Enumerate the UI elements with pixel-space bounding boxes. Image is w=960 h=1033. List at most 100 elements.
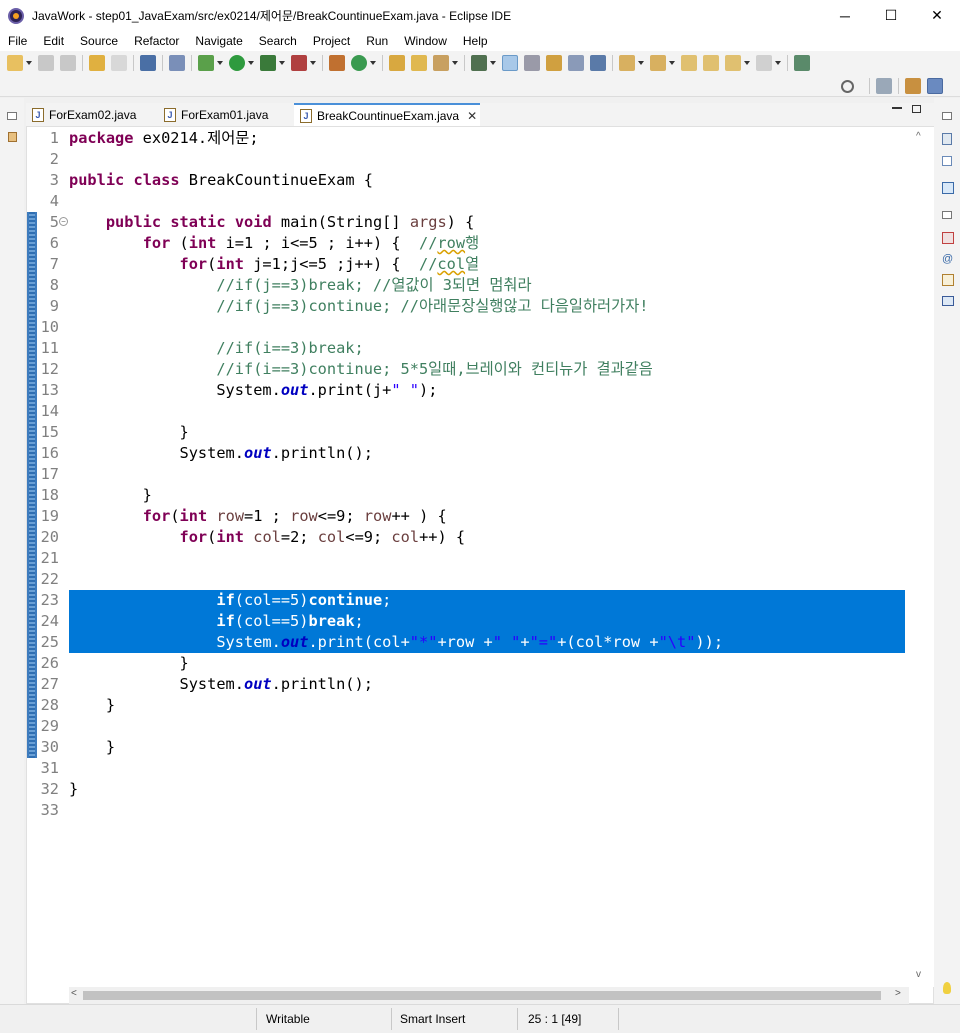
- menu-file[interactable]: File: [0, 31, 35, 51]
- menu-project[interactable]: Project: [305, 31, 358, 51]
- external-tools-dropdown-icon[interactable]: [310, 61, 316, 65]
- code-line[interactable]: }: [69, 737, 115, 758]
- code-line[interactable]: if(col==5)continue;: [69, 590, 391, 611]
- code-line[interactable]: if(col==5)break;: [69, 611, 363, 632]
- previous-annotation-icon[interactable]: [650, 55, 666, 71]
- open-type-icon[interactable]: [389, 55, 405, 71]
- debug-dropdown-icon[interactable]: [217, 61, 223, 65]
- pin-editor-icon[interactable]: [794, 55, 810, 71]
- tab-forexam01[interactable]: J ForExam01.java: [162, 103, 292, 126]
- open-task-icon[interactable]: [411, 55, 427, 71]
- back-history-icon[interactable]: [725, 55, 741, 71]
- open-perspective-icon[interactable]: [876, 78, 892, 94]
- vertical-scrollbar[interactable]: ^ v: [907, 127, 934, 987]
- menu-help[interactable]: Help: [455, 31, 496, 51]
- undo-icon[interactable]: [89, 55, 105, 71]
- code-line[interactable]: System.out.print(col+"*"+row +" "+"="+(c…: [69, 632, 723, 653]
- tab-forexam02[interactable]: J ForExam02.java: [30, 103, 158, 126]
- coverage-icon[interactable]: [260, 55, 276, 71]
- skip-breakpoints-icon[interactable]: [169, 55, 185, 71]
- restore-icon[interactable]: [942, 112, 952, 120]
- forward-icon[interactable]: [756, 55, 772, 71]
- redo-icon[interactable]: [111, 55, 127, 71]
- save-all-icon[interactable]: [60, 55, 76, 71]
- code-line[interactable]: public static void main(String[] args) {: [69, 212, 474, 233]
- java-ee-perspective-icon[interactable]: [905, 78, 921, 94]
- code-line[interactable]: //if(i==3)continue; 5*5일때,브레이와 컨티뉴가 결과같음: [69, 359, 652, 380]
- show-whitespace-icon[interactable]: [568, 55, 584, 71]
- code-line[interactable]: }: [69, 485, 152, 506]
- code-line[interactable]: }: [69, 653, 189, 674]
- save-icon[interactable]: [38, 55, 54, 71]
- search-icon[interactable]: [841, 79, 854, 93]
- back-icon[interactable]: [703, 55, 719, 71]
- external-tools-icon[interactable]: [291, 55, 307, 71]
- fold-collapse-icon[interactable]: −: [59, 217, 68, 226]
- forward-dropdown-icon[interactable]: [775, 61, 781, 65]
- restore-icon[interactable]: [7, 112, 17, 120]
- new-java-project-icon[interactable]: [329, 55, 345, 71]
- search-tool-icon[interactable]: [433, 55, 449, 71]
- javadoc-icon[interactable]: @: [942, 254, 953, 265]
- menu-search[interactable]: Search: [251, 31, 305, 51]
- menu-source[interactable]: Source: [72, 31, 126, 51]
- code-line[interactable]: public class BreakCountinueExam {: [69, 170, 373, 191]
- task-list-icon[interactable]: [942, 133, 952, 145]
- close-tab-icon[interactable]: ✕: [467, 109, 477, 123]
- code-line[interactable]: System.out.println();: [69, 443, 373, 464]
- code-line[interactable]: package ex0214.제어문;: [69, 128, 259, 149]
- code-line[interactable]: }: [69, 695, 115, 716]
- new-icon[interactable]: [7, 55, 23, 71]
- code-line[interactable]: for(int col=2; col<=9; col++) {: [69, 527, 466, 548]
- next-annotation-icon[interactable]: [619, 55, 635, 71]
- back-dropdown-icon[interactable]: [744, 61, 750, 65]
- outline-icon[interactable]: [942, 156, 952, 166]
- console-icon[interactable]: [942, 296, 954, 306]
- code-line[interactable]: System.out.print(j+" ");: [69, 380, 437, 401]
- terminal-icon[interactable]: [140, 55, 156, 71]
- code-line[interactable]: //if(i==3)break;: [69, 338, 363, 359]
- word-wrap-icon[interactable]: [546, 55, 562, 71]
- menu-edit[interactable]: Edit: [35, 31, 72, 51]
- debug-icon[interactable]: [198, 55, 214, 71]
- code-line[interactable]: for (int i=1 ; i<=5 ; i++) { //row행: [69, 233, 479, 254]
- menu-window[interactable]: Window: [396, 31, 455, 51]
- menu-refactor[interactable]: Refactor: [126, 31, 187, 51]
- close-button[interactable]: ✕: [914, 0, 960, 31]
- code-line[interactable]: }: [69, 422, 189, 443]
- run-dropdown-icon[interactable]: [248, 61, 254, 65]
- pilcrow-icon[interactable]: [590, 55, 606, 71]
- horizontal-scrollbar[interactable]: < >: [69, 987, 909, 1004]
- menu-navigate[interactable]: Navigate: [187, 31, 250, 51]
- previous-annotation-dropdown-icon[interactable]: [669, 61, 675, 65]
- lightbulb-icon[interactable]: [943, 982, 951, 994]
- scroll-right-icon[interactable]: >: [895, 988, 901, 999]
- code-line[interactable]: }: [69, 779, 78, 800]
- minimize-editor-icon[interactable]: [892, 107, 902, 109]
- problems-icon[interactable]: [942, 232, 954, 244]
- declaration-icon[interactable]: [942, 274, 954, 286]
- new-class-dropdown-icon[interactable]: [370, 61, 376, 65]
- scroll-thumb[interactable]: [83, 991, 881, 1000]
- toggle-mark-occurrences-icon[interactable]: [502, 55, 518, 71]
- minimize-button[interactable]: ─: [822, 0, 868, 31]
- code-line[interactable]: for(int row=1 ; row<=9; row++ ) {: [69, 506, 447, 527]
- scroll-down-icon[interactable]: v: [916, 969, 921, 980]
- package-explorer-icon[interactable]: [8, 132, 17, 142]
- menu-run[interactable]: Run: [358, 31, 396, 51]
- code-editor[interactable]: − 1 package ex0214.제어문; 2 3 public class Bre…: [26, 126, 934, 1004]
- scroll-left-icon[interactable]: <: [71, 988, 77, 999]
- code-line[interactable]: //if(j==3)continue; //아래문장실행않고 다음일하러가자!: [69, 296, 648, 317]
- insert-mode-status[interactable]: Smart Insert: [400, 1012, 465, 1026]
- tab-breakcountinueexam[interactable]: J BreakCountinueExam.java ✕: [294, 103, 480, 126]
- code-line[interactable]: //if(j==3)break; //열값이 3되면 멈춰라: [69, 275, 531, 296]
- code-line[interactable]: for(int j=1;j<=5 ;j++) { //col열: [69, 254, 480, 275]
- search-dropdown-icon[interactable]: [452, 61, 458, 65]
- coverage-dropdown-icon[interactable]: [279, 61, 285, 65]
- next-annotation-dropdown-icon[interactable]: [638, 61, 644, 65]
- scroll-up-icon[interactable]: ^: [916, 131, 921, 142]
- new-dropdown-icon[interactable]: [26, 61, 32, 65]
- maximize-button[interactable]: ☐: [868, 0, 914, 31]
- last-edit-icon[interactable]: [681, 55, 697, 71]
- maximize-editor-icon[interactable]: [912, 105, 921, 113]
